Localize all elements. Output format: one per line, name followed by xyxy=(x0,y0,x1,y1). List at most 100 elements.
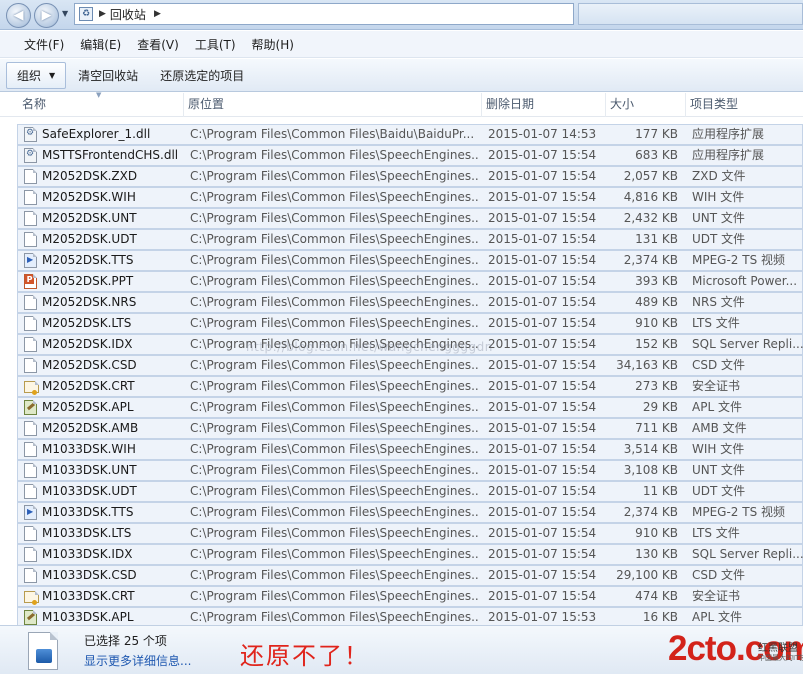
file-name: MSTTSFrontendCHS.dll xyxy=(42,148,179,162)
command-bar: 组织 ▼ 清空回收站 还原选定的项目 xyxy=(0,59,803,92)
file-size: 4,816 KB xyxy=(623,190,678,204)
file-size: 29 KB xyxy=(642,400,678,414)
column-size[interactable]: 大小 xyxy=(606,93,686,117)
back-button[interactable]: ◀ xyxy=(6,3,31,28)
address-input[interactable]: ♻ ▶ 回收站 ▶ xyxy=(74,3,574,25)
file-size: 34,163 KB xyxy=(616,358,678,372)
file-row[interactable]: M1033DSK.LTS C:\Program Files\Common File… xyxy=(17,523,803,544)
file-type: APL 文件 xyxy=(692,400,742,414)
column-deleted-date[interactable]: 删除日期 xyxy=(482,93,606,117)
organize-button[interactable]: 组织 ▼ xyxy=(6,61,67,89)
file-location: C:\Program Files\Common Files\SpeechEngi… xyxy=(190,190,478,204)
file-row[interactable]: M2052DSK.UDT C:\Program Files\Common File… xyxy=(17,229,803,250)
file-row[interactable]: M2052DSK.CRT C:\Program Files\Common File… xyxy=(17,376,803,397)
file-row[interactable]: M2052DSK.TTS C:\Program Files\Common File… xyxy=(17,250,803,271)
file-name: M1033DSK.UNT xyxy=(42,463,137,477)
file-type: 应用程序扩展 xyxy=(692,148,765,162)
file-row[interactable]: MSTTSFrontendCHS.dll C:\Program Files\Com… xyxy=(17,145,803,166)
file-location: C:\Program Files\Common Files\SpeechEngi… xyxy=(190,484,478,498)
file-size: 910 KB xyxy=(635,316,678,330)
file-deleted-date: 2015-01-07 15:54 xyxy=(488,526,597,540)
menu-edit[interactable]: 编辑(E) xyxy=(72,36,129,53)
file-name: M2052DSK.LTS xyxy=(42,316,132,330)
file-size: 474 KB xyxy=(635,589,678,603)
file-row[interactable]: M1033DSK.IDX C:\Program Files\Common File… xyxy=(17,544,803,565)
history-dropdown-icon[interactable]: ▼ xyxy=(62,9,68,18)
file-row[interactable]: M2052DSK.PPT C:\Program Files\Common File… xyxy=(17,271,803,292)
file-type: UDT 文件 xyxy=(692,232,746,246)
file-type: 安全证书 xyxy=(692,589,741,603)
search-box[interactable] xyxy=(578,3,803,25)
file-size: 3,108 KB xyxy=(623,463,678,477)
file-row[interactable]: M1033DSK.WIH C:\Program Files\Common File… xyxy=(17,439,803,460)
file-row[interactable]: SafeExplorer_1.dll C:\Program Files\Commo… xyxy=(17,124,803,145)
file-location: C:\Program Files\Common Files\SpeechEngi… xyxy=(190,589,478,603)
menu-view[interactable]: 查看(V) xyxy=(129,36,187,53)
chevron-down-icon: ▼ xyxy=(49,70,56,80)
restore-selected-button[interactable]: 还原选定的项目 xyxy=(150,63,254,88)
generic-file-icon xyxy=(24,442,37,457)
back-arrow-icon: ◀ xyxy=(13,8,24,23)
empty-recycle-bin-button[interactable]: 清空回收站 xyxy=(68,63,148,88)
file-name: M2052DSK.CSD xyxy=(42,358,137,372)
file-row[interactable]: M1033DSK.CSD C:\Program Files\Common File… xyxy=(17,565,803,586)
generic-file-icon xyxy=(24,169,37,184)
file-location: C:\Program Files\Common Files\SpeechEngi… xyxy=(190,169,478,183)
show-more-details-link[interactable]: 显示更多详细信息... xyxy=(84,652,191,669)
file-deleted-date: 2015-01-07 15:54 xyxy=(488,274,597,288)
file-row[interactable]: M1033DSK.APL C:\Program Files\Common File… xyxy=(17,607,803,625)
file-type: UNT 文件 xyxy=(692,211,745,225)
breadcrumb-expand-icon[interactable]: ▶ xyxy=(154,9,161,19)
menu-bar: 文件(F) 编辑(E) 查看(V) 工具(T) 帮助(H) xyxy=(0,31,803,58)
file-name: M1033DSK.UDT xyxy=(42,484,137,498)
forward-button[interactable]: ▶ xyxy=(34,3,59,28)
recycle-bin-icon: ♻ xyxy=(79,7,93,21)
file-row[interactable]: M1033DSK.UDT C:\Program Files\Common File… xyxy=(17,481,803,502)
generic-file-icon xyxy=(24,358,37,373)
menu-help[interactable]: 帮助(H) xyxy=(244,36,302,53)
file-row[interactable]: M2052DSK.AMB C:\Program Files\Common File… xyxy=(17,418,803,439)
dll-file-icon xyxy=(24,127,37,142)
menu-file[interactable]: 文件(F) xyxy=(16,36,72,53)
file-row[interactable]: M2052DSK.NRS C:\Program Files\Common File… xyxy=(17,292,803,313)
file-location: C:\Program Files\Common Files\SpeechEngi… xyxy=(190,610,478,624)
column-name[interactable]: 名称 xyxy=(18,93,184,117)
video-file-icon xyxy=(24,505,37,520)
file-deleted-date: 2015-01-07 14:53 xyxy=(488,127,597,141)
breadcrumb-recycle-bin[interactable]: 回收站 xyxy=(110,6,146,23)
column-type[interactable]: 项目类型 xyxy=(686,93,803,117)
file-row[interactable]: M2052DSK.UNT C:\Program Files\Common File… xyxy=(17,208,803,229)
file-size: 131 KB xyxy=(635,232,678,246)
file-deleted-date: 2015-01-07 15:54 xyxy=(488,148,597,162)
file-location: C:\Program Files\Common Files\SpeechEngi… xyxy=(190,148,478,162)
file-name: M2052DSK.NRS xyxy=(42,295,137,309)
file-type: MPEG-2 TS 视频 xyxy=(692,253,786,267)
file-deleted-date: 2015-01-07 15:54 xyxy=(488,505,597,519)
file-row[interactable]: M2052DSK.CSD C:\Program Files\Common File… xyxy=(17,355,803,376)
file-name: M1033DSK.TTS xyxy=(42,505,134,519)
file-row[interactable]: M2052DSK.ZXD C:\Program Files\Common File… xyxy=(17,166,803,187)
file-row[interactable]: M2052DSK.APL C:\Program Files\Common File… xyxy=(17,397,803,418)
file-row[interactable]: M1033DSK.CRT C:\Program Files\Common File… xyxy=(17,586,803,607)
file-list[interactable]: SafeExplorer_1.dll C:\Program Files\Commo… xyxy=(0,118,803,625)
file-row[interactable]: M2052DSK.WIH C:\Program Files\Common File… xyxy=(17,187,803,208)
file-deleted-date: 2015-01-07 15:54 xyxy=(488,568,597,582)
column-location[interactable]: 原位置 xyxy=(184,93,482,117)
file-size: 2,374 KB xyxy=(623,253,678,267)
file-location: C:\Program Files\Common Files\SpeechEngi… xyxy=(190,400,478,414)
organize-label: 组织 xyxy=(17,68,42,83)
watermark-text: http://blog.csdn.net/wangchenggggdn xyxy=(246,340,493,354)
breadcrumb-separator-icon[interactable]: ▶ xyxy=(99,9,106,19)
file-row[interactable]: M1033DSK.TTS C:\Program Files\Common File… xyxy=(17,502,803,523)
file-location: C:\Program Files\Common Files\SpeechEngi… xyxy=(190,463,478,477)
annotation-text: 还原不了！ xyxy=(240,642,370,670)
address-bar-area: ◀ ▶ ▼ ♻ ▶ 回收站 ▶ xyxy=(0,0,803,30)
file-row[interactable]: M2052DSK.LTS C:\Program Files\Common File… xyxy=(17,313,803,334)
forward-arrow-icon: ▶ xyxy=(41,8,52,23)
file-location: C:\Program Files\Common Files\SpeechEngi… xyxy=(190,547,478,561)
menu-tools[interactable]: 工具(T) xyxy=(187,36,244,53)
file-type: NRS 文件 xyxy=(692,295,745,309)
file-name: M2052DSK.WIH xyxy=(42,190,136,204)
file-row[interactable]: M1033DSK.UNT C:\Program Files\Common File… xyxy=(17,460,803,481)
file-deleted-date: 2015-01-07 15:54 xyxy=(488,547,597,561)
